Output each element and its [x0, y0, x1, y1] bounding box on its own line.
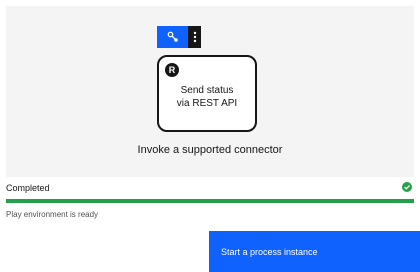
status-row: Completed: [6, 182, 414, 194]
helper-text: Play environment is ready: [6, 210, 99, 219]
service-task[interactable]: R Send status via REST API: [157, 55, 257, 132]
connector-settings-icon: [167, 31, 178, 42]
progress-fill: [6, 199, 414, 203]
element-toolbar: [157, 26, 201, 48]
overflow-menu-vertical-icon: [193, 31, 196, 43]
status-label: Completed: [6, 183, 50, 193]
start-process-instance-button[interactable]: Start a process instance: [209, 231, 420, 272]
progress-bar: [6, 199, 414, 203]
overflow-menu-button[interactable]: [188, 26, 201, 48]
connector-settings-button[interactable]: [157, 26, 188, 48]
task-label: Send status via REST API: [176, 85, 238, 109]
checkmark-filled-icon: [402, 182, 412, 192]
rest-connector-icon: R: [165, 63, 179, 77]
canvas-caption: Invoke a supported connector: [137, 144, 283, 156]
